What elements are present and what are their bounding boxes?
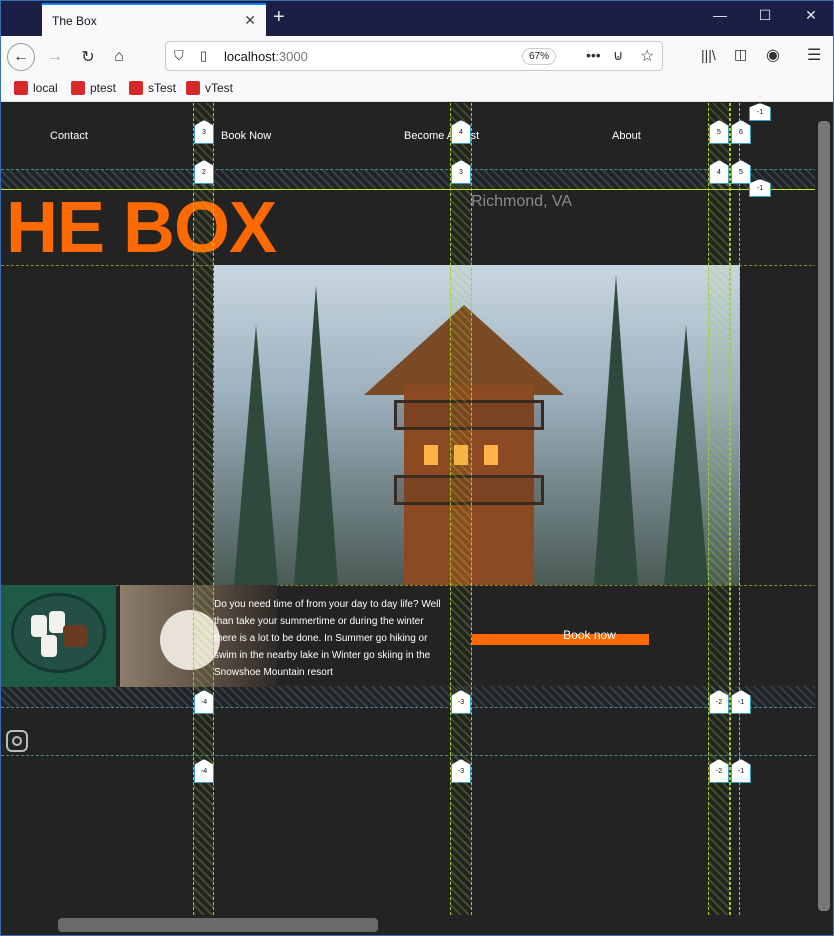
- grid-row-gap: [1, 169, 817, 189]
- nav-about[interactable]: About: [612, 130, 641, 142]
- horizontal-scrollbar[interactable]: [1, 915, 817, 935]
- bookmark-icon: [129, 81, 143, 95]
- instagram-icon[interactable]: [6, 730, 28, 752]
- site-title: HE BOX: [6, 188, 277, 268]
- bookmark-ptest[interactable]: ptest: [71, 81, 116, 95]
- hero-treehouse-image: [214, 265, 740, 585]
- vertical-scrollbar[interactable]: [815, 103, 833, 915]
- bookmark-star-icon[interactable]: ☆: [640, 46, 654, 66]
- grid-column-gap: [193, 103, 214, 915]
- new-tab-icon[interactable]: +: [273, 6, 285, 29]
- navigation-toolbar: ← → ↻ ⌂ ⛉ ▯ localhost:3000 67% ••• ⊍ ☆ |…: [1, 36, 833, 76]
- grid-column-gap: [450, 103, 472, 915]
- grid-column-gap: [708, 103, 730, 915]
- library-icon[interactable]: |||\: [701, 47, 716, 63]
- grid-row-gap: [1, 686, 817, 707]
- smores-image: [1, 585, 116, 687]
- bookmark-icon: [14, 81, 28, 95]
- close-tab-icon[interactable]: ✕: [244, 12, 256, 29]
- url-text: localhost:3000: [224, 49, 308, 64]
- window-close-icon[interactable]: ✕: [796, 7, 826, 24]
- url-bar[interactable]: ⛉ ▯ localhost:3000 67% ••• ⊍ ☆: [165, 41, 663, 71]
- page-icon: ▯: [200, 48, 208, 63]
- tab-title: The Box: [52, 14, 97, 28]
- vertical-scroll-thumb[interactable]: [818, 121, 830, 911]
- account-icon[interactable]: ◉: [766, 45, 780, 65]
- reload-button[interactable]: ↻: [74, 43, 102, 71]
- bookmark-local[interactable]: local: [14, 81, 58, 95]
- menu-icon[interactable]: ☰: [807, 45, 821, 65]
- location-text: Richmond, VA: [471, 193, 573, 210]
- tree-shape: [664, 325, 708, 585]
- tree-shape: [294, 285, 338, 585]
- back-button[interactable]: ←: [7, 43, 35, 71]
- bookmarks-toolbar: local ptest sTest vTest: [1, 76, 833, 102]
- nav-contact[interactable]: Contact: [50, 130, 88, 142]
- tab-bar: The Box ✕ + — ☐ ✕: [1, 1, 833, 36]
- zoom-indicator[interactable]: 67%: [522, 48, 557, 65]
- tab-the-box[interactable]: The Box ✕: [42, 3, 266, 36]
- pocket-icon[interactable]: ⊍: [613, 47, 623, 64]
- bookmark-stest[interactable]: sTest: [129, 81, 176, 95]
- shield-icon[interactable]: ⛉: [174, 48, 184, 64]
- bookmark-icon: [186, 81, 200, 95]
- grid-line: [1, 169, 817, 170]
- tree-shape: [234, 325, 278, 585]
- maximize-icon[interactable]: ☐: [750, 7, 780, 24]
- description-text: Do you need time of from your day to day…: [214, 599, 441, 678]
- grid-line: [1, 707, 817, 708]
- grid-line: [730, 103, 740, 915]
- tree-shape: [594, 275, 638, 585]
- sidebar-icon[interactable]: ◫: [734, 46, 747, 63]
- grid-marker: -1: [749, 103, 771, 121]
- minimize-icon[interactable]: —: [705, 7, 735, 23]
- browser-window: The Box ✕ + — ☐ ✕ ← → ↻ ⌂ ⛉ ▯ localhost:…: [0, 0, 834, 936]
- page-viewport: Contact Book Now Become A Host About HE …: [1, 103, 817, 915]
- bookmark-vtest[interactable]: vTest: [186, 81, 233, 95]
- bookmark-icon: [71, 81, 85, 95]
- more-actions-icon[interactable]: •••: [586, 47, 601, 63]
- book-now-label[interactable]: Book now: [472, 628, 707, 642]
- forward-button[interactable]: →: [41, 43, 69, 71]
- nav-book-now[interactable]: Book Now: [221, 130, 271, 142]
- home-button[interactable]: ⌂: [105, 43, 133, 71]
- grid-line: [1, 755, 817, 756]
- horizontal-scroll-thumb[interactable]: [58, 918, 378, 932]
